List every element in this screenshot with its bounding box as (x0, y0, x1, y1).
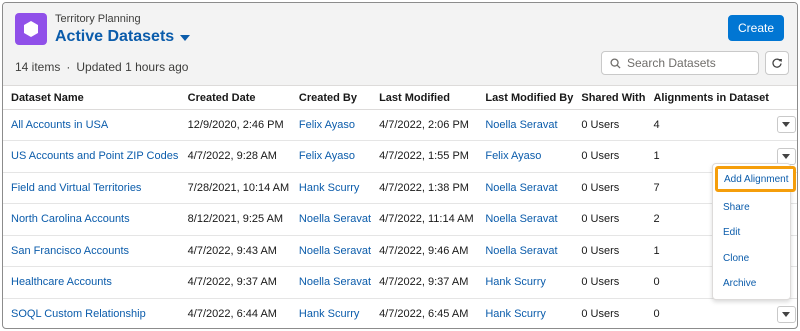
chevron-down-icon (180, 35, 191, 41)
last-modified-by-link[interactable]: Noella Seravat (485, 182, 557, 194)
dataset-name-link[interactable]: All Accounts in USA (11, 119, 108, 131)
meta-separator: · (66, 60, 71, 74)
column-header[interactable]: Created Date (179, 87, 291, 110)
table-row: San Francisco Accounts 4/7/2022, 9:43 AM… (3, 235, 797, 267)
table-row: SOQL Custom Relationship 4/7/2022, 6:44 … (3, 298, 797, 328)
created-date: 4/7/2022, 9:37 AM (179, 266, 291, 299)
created-date: 4/7/2022, 9:43 AM (179, 235, 291, 267)
column-header[interactable]: Dataset Name (3, 87, 180, 110)
dataset-name-link[interactable]: North Carolina Accounts (11, 213, 130, 225)
created-by-link[interactable]: Noella Seravat (299, 245, 371, 257)
alignments-count: 0 (653, 308, 660, 320)
table-header-row: Dataset Name Created Date Created By Las… (3, 87, 797, 110)
last-modified: 4/7/2022, 11:14 AM (371, 203, 478, 236)
last-modified-by-link[interactable]: Felix Ayaso (485, 150, 541, 162)
created-by-link[interactable]: Hank Scurry (299, 308, 360, 320)
hexagon-icon (15, 13, 47, 45)
shared-with: 0 Users (573, 266, 646, 299)
column-header[interactable]: Shared With (573, 87, 646, 110)
item-count: 14 items (15, 60, 61, 74)
menu-item-edit[interactable]: Edit (713, 227, 790, 238)
created-date: 4/7/2022, 9:28 AM (179, 140, 291, 173)
updated-time: Updated 1 hours ago (76, 60, 189, 74)
search-icon (610, 57, 621, 69)
last-modified: 4/7/2022, 9:37 AM (371, 266, 478, 299)
created-by-link[interactable]: Hank Scurry (299, 182, 360, 194)
column-header[interactable]: Created By (290, 87, 372, 110)
created-by-link[interactable]: Felix Ayaso (299, 119, 355, 131)
last-modified-by-link[interactable]: Noella Seravat (485, 119, 557, 131)
menu-item-add-alignment[interactable]: Add Alignment (715, 166, 796, 192)
table-row: Healthcare Accounts 4/7/2022, 9:37 AM No… (3, 266, 797, 299)
list-meta: 14 items · Updated 1 hours ago (15, 60, 188, 74)
shared-with: 0 Users (573, 109, 646, 141)
created-date: 8/12/2021, 9:25 AM (179, 203, 291, 236)
chevron-down-icon (782, 311, 791, 317)
shared-with: 0 Users (581, 308, 620, 320)
dataset-name-link[interactable]: San Francisco Accounts (11, 245, 129, 257)
created-by-link[interactable]: Felix Ayaso (299, 150, 355, 162)
datasets-list-view: Territory Planning Active Datasets 14 it… (2, 2, 798, 329)
last-modified-by-link[interactable]: Noella Seravat (485, 245, 557, 257)
last-modified: 4/7/2022, 6:45 AM (379, 308, 469, 320)
list-view-switcher[interactable]: Active Datasets (55, 28, 191, 46)
refresh-icon (772, 58, 782, 68)
menu-item-archive[interactable]: Archive (713, 278, 790, 289)
last-modified-by-link[interactable]: Noella Seravat (485, 213, 557, 225)
table-row: All Accounts in USA 12/9/2020, 2:46 PM F… (3, 109, 797, 141)
created-date: 4/7/2022, 6:44 AM (187, 308, 277, 320)
table-row: North Carolina Accounts 8/12/2021, 9:25 … (3, 203, 797, 236)
last-modified: 4/7/2022, 2:06 PM (371, 109, 478, 141)
row-actions-button[interactable] (776, 305, 796, 323)
column-header[interactable]: Last Modified By (477, 87, 574, 110)
dataset-name-link[interactable]: Field and Virtual Territories (11, 182, 141, 194)
shared-with: 0 Users (573, 172, 646, 204)
refresh-button[interactable] (765, 51, 789, 75)
dataset-name-link[interactable]: Healthcare Accounts (11, 276, 112, 288)
table-row: US Accounts and Point ZIP Codes 4/7/2022… (3, 140, 797, 173)
last-modified: 4/7/2022, 1:38 PM (371, 172, 478, 204)
row-actions-button[interactable] (776, 116, 796, 134)
column-header[interactable]: Last Modified (371, 87, 478, 110)
last-modified-by-link[interactable]: Hank Scurry (485, 276, 546, 288)
actions-column-header (768, 87, 797, 110)
last-modified: 4/7/2022, 1:55 PM (371, 140, 478, 173)
shared-with: 0 Users (573, 203, 646, 236)
row-actions-menu: Add Alignment Share Edit Clone Archive (712, 163, 796, 300)
created-date: 12/9/2020, 2:46 PM (179, 109, 291, 141)
column-header[interactable]: Alignments in Dataset (645, 87, 769, 110)
table-row: Field and Virtual Territories 7/28/2021,… (3, 172, 797, 204)
datasets-table: Dataset Name Created Date Created By Las… (3, 87, 797, 328)
last-modified-by-link[interactable]: Hank Scurry (485, 308, 546, 320)
chevron-down-icon (782, 122, 791, 128)
menu-item-share[interactable]: Share (713, 202, 790, 213)
menu-item-clone[interactable]: Clone (713, 253, 790, 264)
app-name: Territory Planning (55, 13, 141, 25)
dataset-name-link[interactable]: SOQL Custom Relationship (11, 308, 146, 320)
created-date: 7/28/2021, 10:14 AM (179, 172, 291, 204)
dataset-name-link[interactable]: US Accounts and Point ZIP Codes (11, 150, 178, 162)
page-title: Active Datasets (55, 28, 175, 45)
shared-with: 0 Users (573, 235, 646, 267)
search-input[interactable] (627, 56, 747, 70)
created-by-link[interactable]: Noella Seravat (299, 276, 371, 288)
last-modified: 4/7/2022, 9:46 AM (371, 235, 478, 267)
shared-with: 0 Users (573, 140, 646, 173)
chevron-down-icon (782, 153, 791, 159)
create-button[interactable]: Create (728, 15, 784, 41)
alignments-count: 4 (645, 109, 769, 141)
search-box[interactable] (601, 51, 759, 75)
created-by-link[interactable]: Noella Seravat (299, 213, 371, 225)
list-header: Territory Planning Active Datasets 14 it… (3, 3, 797, 86)
